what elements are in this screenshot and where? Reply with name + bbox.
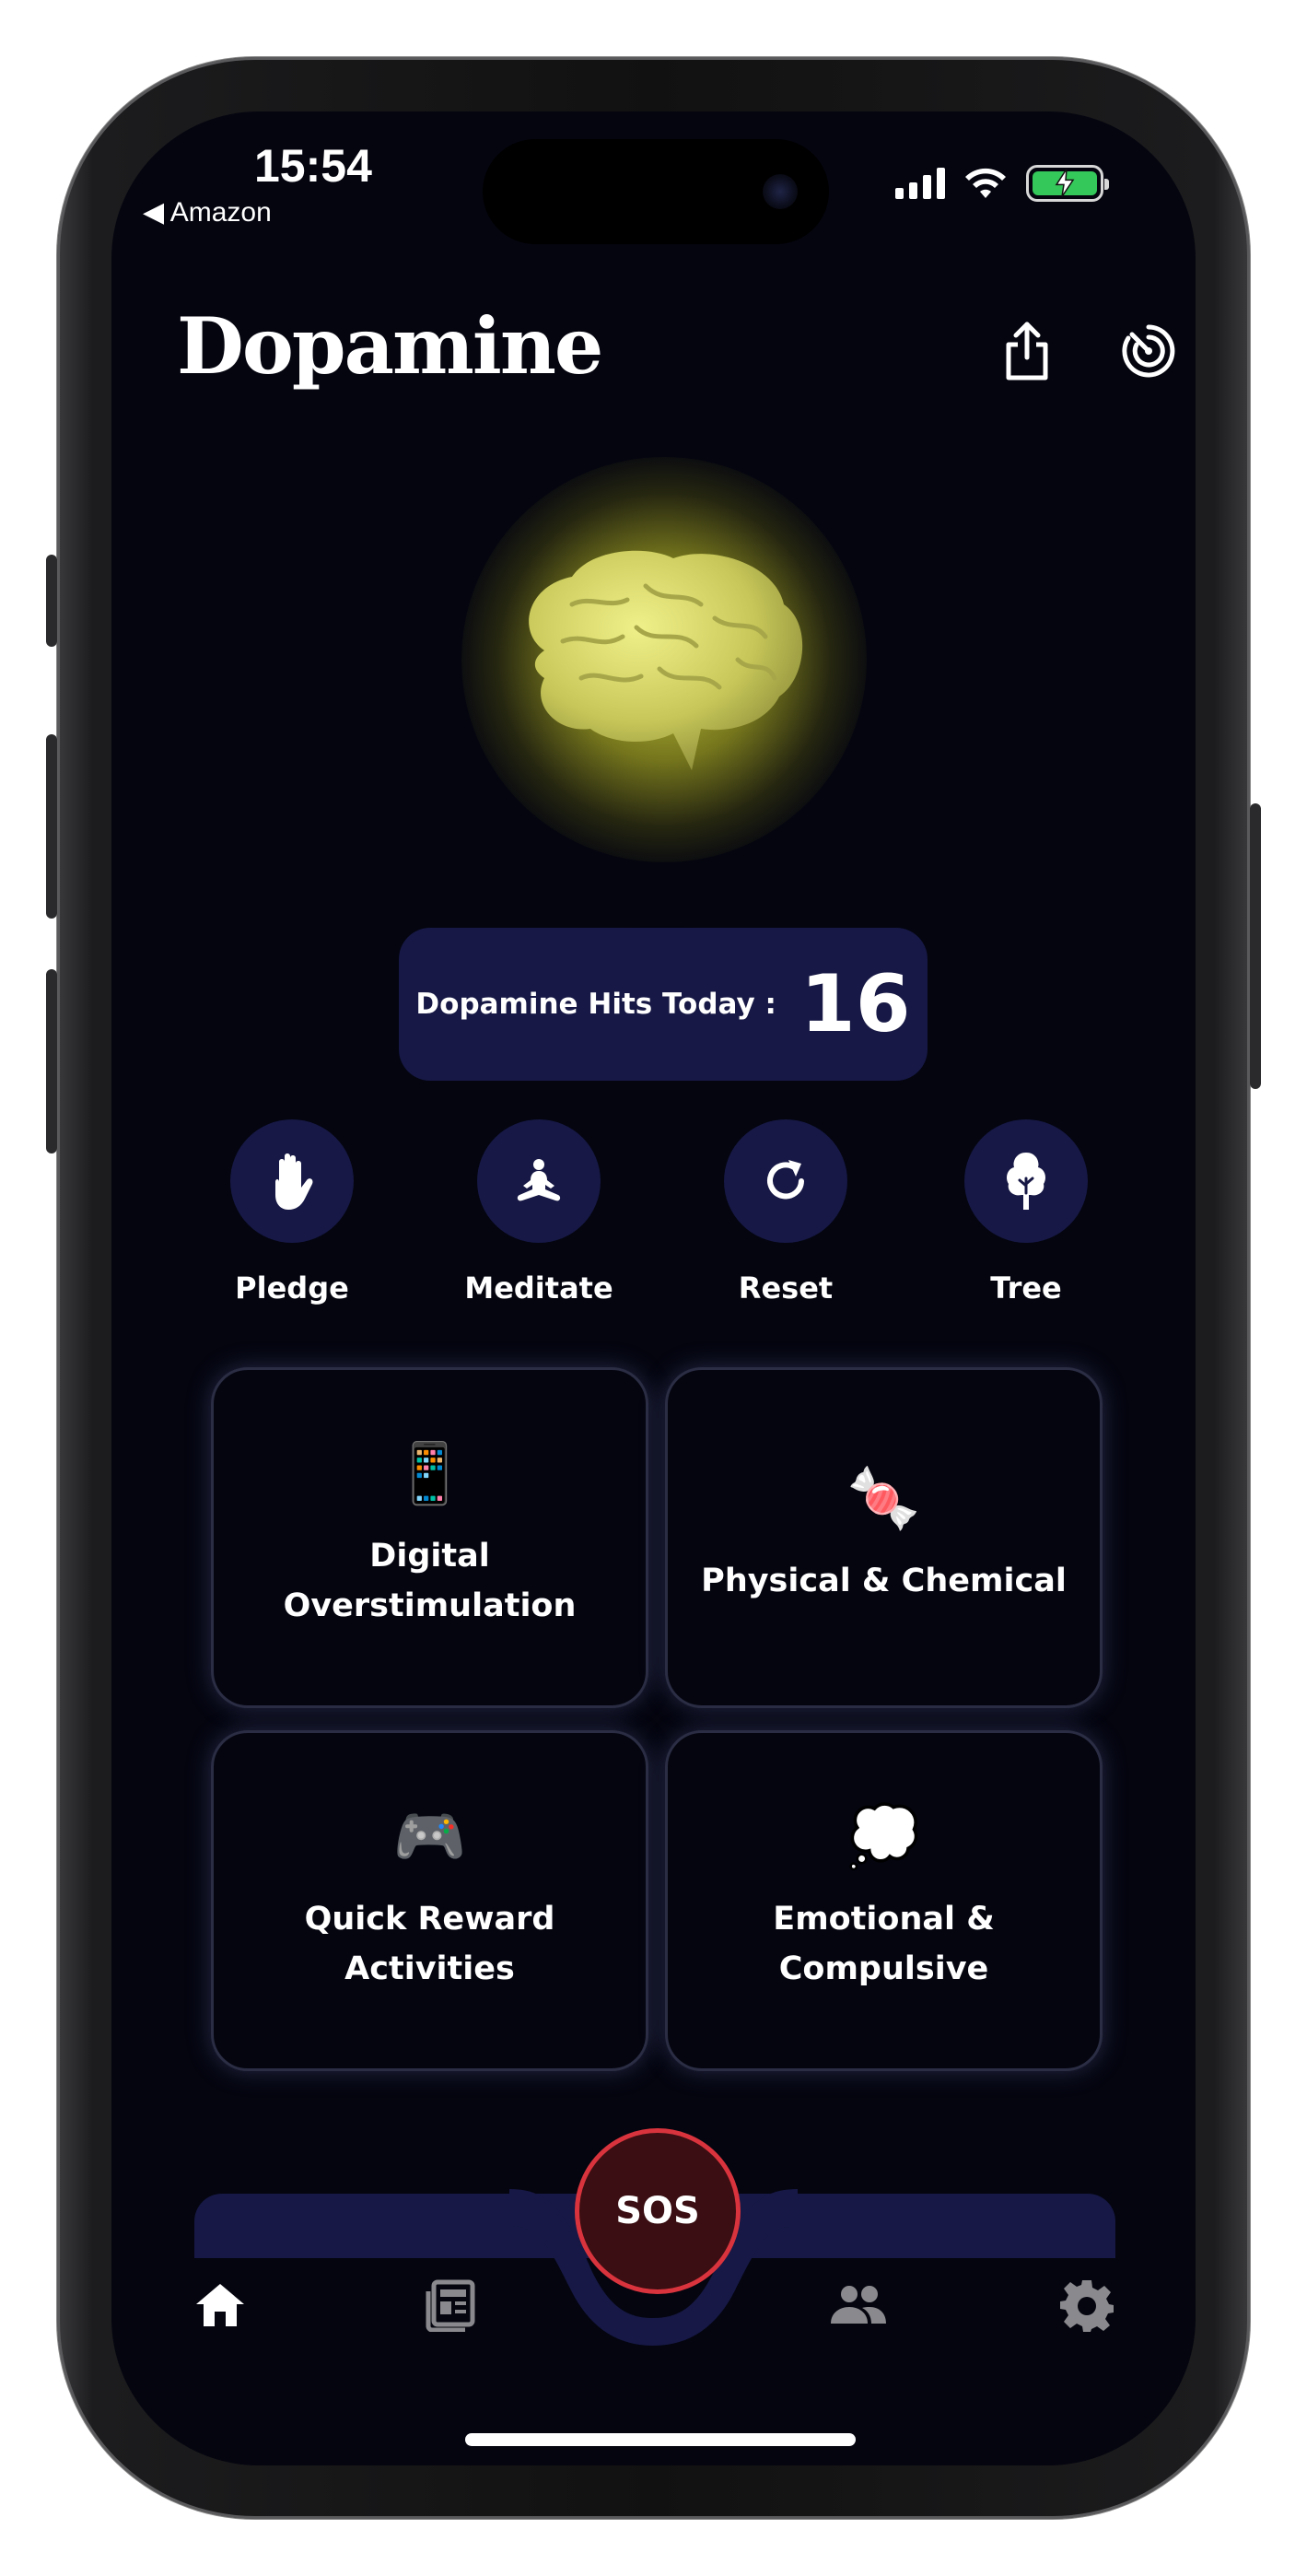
share-button[interactable] bbox=[990, 314, 1064, 388]
hits-count: 16 bbox=[799, 958, 911, 1050]
category-title-line2: Compulsive bbox=[778, 1950, 989, 1987]
candy-icon: 🍬 bbox=[846, 1465, 921, 1533]
pledge-action[interactable]: Pledge bbox=[200, 1119, 384, 1306]
category-card-physical[interactable]: 🍬 Physical & Chemical bbox=[665, 1367, 1103, 1708]
brain-illustration bbox=[111, 439, 1196, 991]
power-button bbox=[1250, 803, 1261, 1089]
app-title: Dopamine bbox=[177, 300, 603, 392]
category-card-emotional[interactable]: 💭 Emotional & Compulsive bbox=[665, 1730, 1103, 2071]
action-button bbox=[46, 555, 57, 647]
status-time: 15:54 bbox=[254, 140, 372, 192]
brain-icon bbox=[529, 550, 803, 770]
charging-bolt-icon bbox=[1055, 169, 1075, 197]
refresh-icon bbox=[767, 1160, 804, 1200]
sos-label: SOS bbox=[615, 2190, 700, 2232]
pledge-label: Pledge bbox=[235, 1270, 349, 1306]
nav-home[interactable] bbox=[188, 2273, 252, 2337]
sos-button[interactable]: SOS bbox=[575, 2128, 741, 2294]
hand-icon bbox=[275, 1153, 313, 1210]
app-screen: 15:54 ◀ Amazon Dopamine Dopamine Hits To… bbox=[111, 111, 1196, 2465]
wifi-icon bbox=[965, 168, 1006, 198]
phone-icon: 📱 bbox=[392, 1440, 467, 1508]
share-icon bbox=[1006, 322, 1048, 381]
meditate-action[interactable]: Meditate bbox=[447, 1119, 631, 1306]
camera-icon bbox=[763, 174, 798, 209]
category-title-line1: Physical & Chemical bbox=[701, 1563, 1067, 1599]
newspaper-icon bbox=[426, 2279, 475, 2332]
nav-settings[interactable] bbox=[1055, 2273, 1119, 2337]
meditate-icon bbox=[517, 1159, 561, 1201]
radar-icon bbox=[1122, 324, 1175, 378]
tree-label: Tree bbox=[990, 1270, 1062, 1306]
volume-up-button bbox=[46, 734, 57, 919]
category-title-line2: Overstimulation bbox=[283, 1587, 577, 1624]
home-icon bbox=[196, 2284, 244, 2326]
dopamine-hits-card: Dopamine Hits Today : 16 bbox=[399, 928, 928, 1081]
tree-action[interactable]: Tree bbox=[934, 1119, 1118, 1306]
home-indicator[interactable] bbox=[465, 2433, 856, 2446]
category-card-digital[interactable]: 📱 Digital Overstimulation bbox=[211, 1367, 648, 1708]
category-title-line2: Activities bbox=[344, 1950, 515, 1987]
category-title-line1: Quick Reward bbox=[304, 1901, 555, 1938]
category-title-line1: Emotional & bbox=[773, 1901, 995, 1938]
category-card-quick-reward[interactable]: 🎮 Quick Reward Activities bbox=[211, 1730, 648, 2071]
thought-bubble-icon: 💭 bbox=[846, 1803, 921, 1871]
tree-icon bbox=[1007, 1153, 1045, 1210]
dynamic-island bbox=[483, 139, 829, 244]
reset-action[interactable]: Reset bbox=[694, 1119, 878, 1306]
meditate-label: Meditate bbox=[464, 1270, 613, 1306]
volume-down-button bbox=[46, 969, 57, 1153]
reset-label: Reset bbox=[738, 1270, 834, 1306]
people-icon bbox=[831, 2286, 886, 2324]
nav-community[interactable] bbox=[826, 2273, 891, 2337]
gear-icon bbox=[1060, 2280, 1114, 2332]
game-controller-icon: 🎮 bbox=[392, 1803, 467, 1871]
category-title-line1: Digital bbox=[369, 1538, 490, 1575]
battery-icon bbox=[1026, 165, 1109, 202]
radar-button[interactable] bbox=[1112, 314, 1185, 388]
hits-label: Dopamine Hits Today : bbox=[415, 988, 776, 1021]
quick-actions: Pledge Meditate Reset Tree bbox=[111, 1119, 1196, 1322]
cellular-signal-icon bbox=[895, 168, 945, 199]
nav-journal[interactable] bbox=[417, 2273, 482, 2337]
status-icons bbox=[895, 165, 1109, 202]
back-to-app-link[interactable]: ◀ Amazon bbox=[143, 196, 272, 228]
